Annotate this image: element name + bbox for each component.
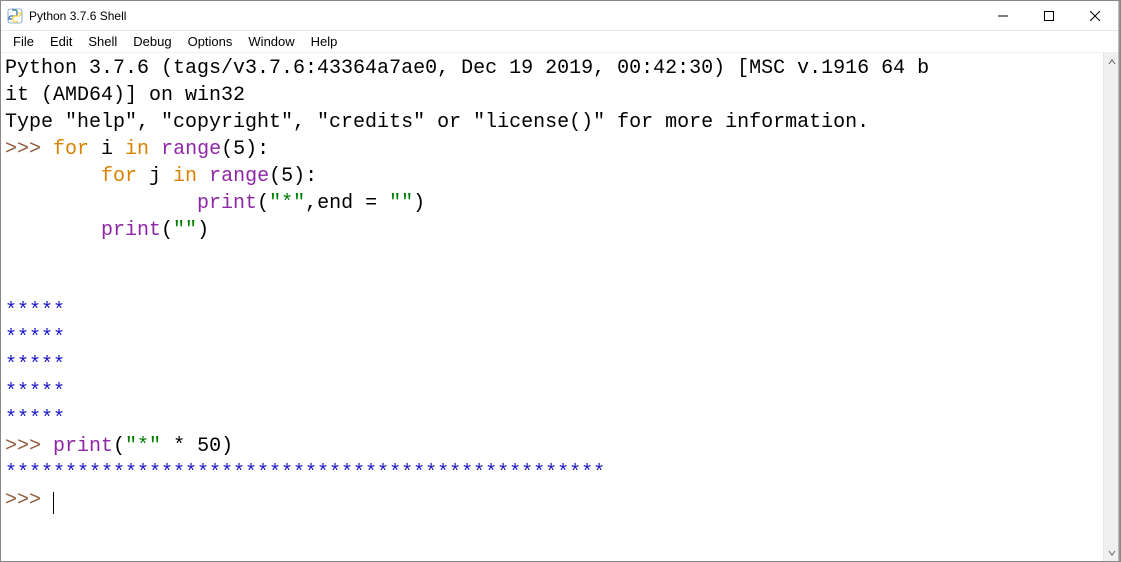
menu-file[interactable]: File xyxy=(5,32,42,51)
close-button[interactable] xyxy=(1072,1,1118,31)
paren: ( xyxy=(257,192,269,215)
paren: ( xyxy=(113,435,125,458)
shell-editor[interactable]: Python 3.7.6 (tags/v3.7.6:43364a7ae0, De… xyxy=(1,53,1103,561)
minimize-button[interactable] xyxy=(980,1,1026,31)
content-area: Python 3.7.6 (tags/v3.7.6:43364a7ae0, De… xyxy=(1,53,1120,561)
minimize-icon xyxy=(998,11,1008,21)
menu-shell[interactable]: Shell xyxy=(80,32,125,51)
menu-debug[interactable]: Debug xyxy=(125,32,179,51)
maximize-button[interactable] xyxy=(1026,1,1072,31)
close-icon xyxy=(1090,11,1100,21)
banner-line: it (AMD64)] on win32 xyxy=(5,84,245,107)
window-title: Python 3.7.6 Shell xyxy=(29,9,980,23)
cursor-caret xyxy=(53,492,54,514)
output-line: ***** xyxy=(5,327,65,350)
kw-in: in xyxy=(173,165,197,188)
id-j: j xyxy=(137,165,173,188)
menu-options[interactable]: Options xyxy=(180,32,241,51)
str: "*" xyxy=(125,435,161,458)
output-line xyxy=(5,273,17,296)
output-line: ****************************************… xyxy=(5,462,605,485)
kw-for: for xyxy=(53,138,89,161)
args: ,end = xyxy=(305,192,389,215)
fn-print: print xyxy=(101,219,161,242)
menu-window[interactable]: Window xyxy=(240,32,302,51)
str: "*" xyxy=(269,192,305,215)
prompt: >>> xyxy=(5,138,53,161)
fn-print: print xyxy=(197,192,257,215)
prompt: >>> xyxy=(5,435,53,458)
paren: ) xyxy=(413,192,425,215)
output-line: ***** xyxy=(5,381,65,404)
indent xyxy=(5,165,101,188)
output-line: ***** xyxy=(5,408,65,431)
kw-in: in xyxy=(125,138,149,161)
banner-line: Type "help", "copyright", "credits" or "… xyxy=(5,111,869,134)
python-idle-icon xyxy=(7,8,23,24)
fn-print: print xyxy=(53,435,113,458)
menu-bar: File Edit Shell Debug Options Window Hel… xyxy=(1,31,1120,53)
str: "" xyxy=(389,192,413,215)
paren: ( xyxy=(161,219,173,242)
menu-help[interactable]: Help xyxy=(303,32,346,51)
banner-line: Python 3.7.6 (tags/v3.7.6:43364a7ae0, De… xyxy=(5,57,929,80)
prompt: >>> xyxy=(5,489,53,512)
kw-for: for xyxy=(101,165,137,188)
fn-range: range xyxy=(149,138,221,161)
maximize-icon xyxy=(1044,11,1054,21)
indent xyxy=(5,192,197,215)
chevron-down-icon xyxy=(1108,549,1116,557)
args: * 50) xyxy=(161,435,233,458)
id-i: i xyxy=(89,138,125,161)
title-bar: Python 3.7.6 Shell xyxy=(1,1,1120,31)
paren: ) xyxy=(197,219,209,242)
indent xyxy=(5,219,101,242)
str: "" xyxy=(173,219,197,242)
output-line: ***** xyxy=(5,300,65,323)
paren: (5): xyxy=(269,165,317,188)
window-controls xyxy=(980,1,1118,31)
paren: (5): xyxy=(221,138,269,161)
output-line: ***** xyxy=(5,354,65,377)
fn-range: range xyxy=(197,165,269,188)
chevron-up-icon xyxy=(1108,58,1116,66)
window-right-edge xyxy=(1118,1,1120,561)
menu-edit[interactable]: Edit xyxy=(42,32,80,51)
